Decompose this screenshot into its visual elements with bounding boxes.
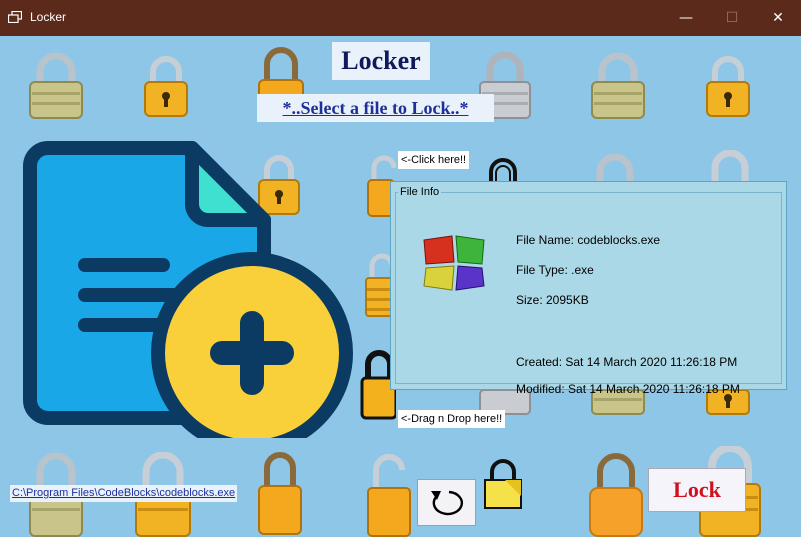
main-area: Locker *..Select a file to Lock..* <-Cli… [0, 36, 801, 537]
reset-button[interactable] [417, 479, 476, 526]
file-size-label: Size: 2095KB [516, 293, 589, 307]
file-created-label: Created: Sat 14 March 2020 11:26:18 PM [516, 355, 738, 369]
minimize-button[interactable]: — [663, 0, 709, 36]
add-file-icon[interactable] [20, 138, 360, 438]
padlock-icon [144, 56, 188, 117]
app-heading: Locker [332, 42, 430, 80]
click-here-hint: <-Click here!! [398, 151, 470, 169]
padlock-icon [367, 454, 411, 537]
padlock-icon [258, 452, 302, 535]
padlock-icon [484, 459, 522, 509]
codeblocks-app-icon [423, 235, 485, 291]
window-title: Locker [30, 10, 67, 24]
padlock-icon [29, 52, 83, 119]
close-button[interactable]: ✕ [755, 0, 801, 36]
file-type-label: File Type: .exe [516, 263, 594, 277]
file-info-group: File Info File Name: codeblocks.exe File… [395, 186, 782, 396]
lock-button[interactable]: Lock [648, 468, 746, 512]
drag-drop-hint: <-Drag n Drop here!! [398, 410, 506, 428]
file-info-legend: File Info [400, 186, 440, 198]
app-window-icon [8, 11, 22, 23]
title-bar: Locker — ☐ ✕ [0, 0, 801, 36]
file-path-link[interactable]: C:\Program Files\CodeBlocks\codeblocks.e… [10, 485, 238, 502]
file-name-label: File Name: codeblocks.exe [516, 233, 661, 247]
padlock-icon [589, 453, 643, 537]
file-info-panel: File Info File Name: codeblocks.exe File… [390, 181, 787, 396]
select-file-link[interactable]: *..Select a file to Lock..* [257, 94, 494, 122]
file-modified-label: Modified: Sat 14 March 2020 11:26:18 PM [516, 382, 740, 396]
padlock-icon [591, 52, 645, 119]
refresh-icon [430, 490, 463, 515]
padlock-icon [706, 56, 750, 117]
maximize-button[interactable]: ☐ [709, 0, 755, 36]
